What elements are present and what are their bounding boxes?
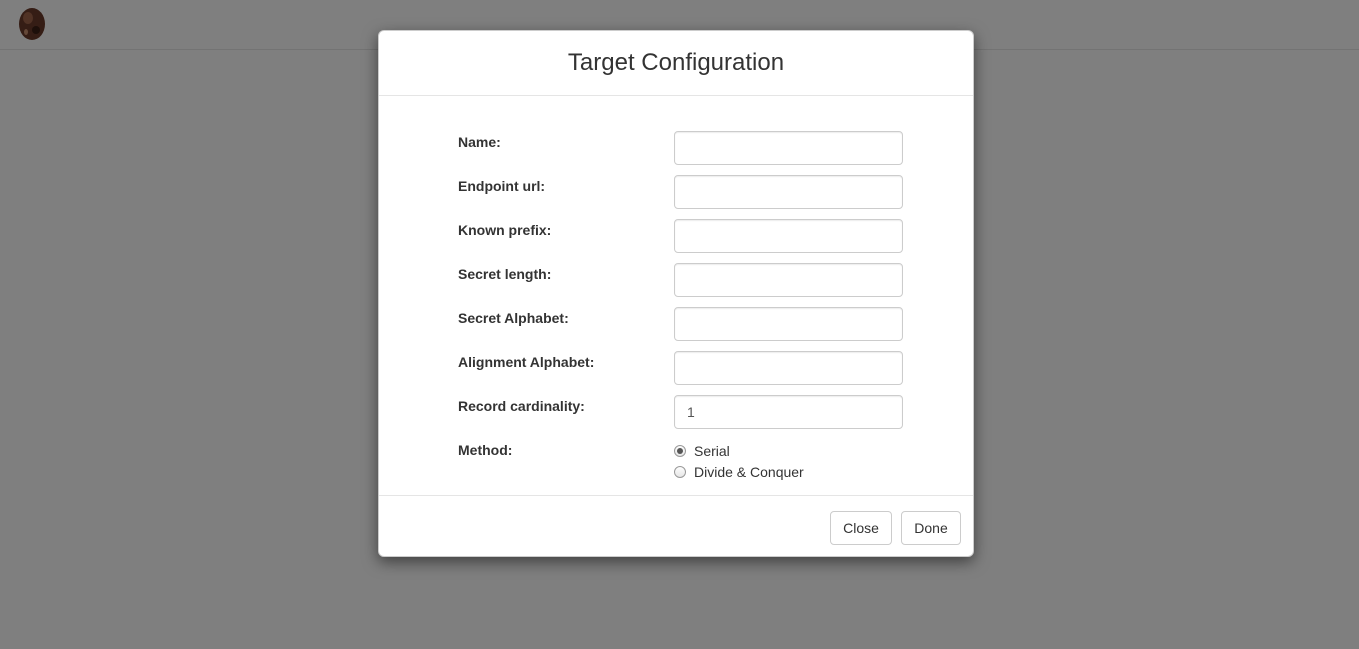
- modal-footer: Close Done: [379, 495, 973, 558]
- secret-alphabet-label: Secret Alphabet:: [458, 310, 569, 326]
- divide-conquer-radio-label: Divide & Conquer: [694, 464, 804, 480]
- known-prefix-row: Known prefix:: [458, 219, 904, 253]
- serial-radio-label: Serial: [694, 443, 730, 459]
- endpoint-url-input[interactable]: [674, 175, 903, 209]
- divide-conquer-radio[interactable]: [674, 466, 686, 478]
- name-label: Name:: [458, 134, 501, 150]
- alignment-alphabet-label: Alignment Alphabet:: [458, 354, 595, 370]
- known-prefix-label: Known prefix:: [458, 222, 552, 238]
- secret-length-label: Secret length:: [458, 266, 552, 282]
- secret-alphabet-row: Secret Alphabet:: [458, 307, 904, 341]
- record-cardinality-label: Record cardinality:: [458, 398, 585, 414]
- known-prefix-input[interactable]: [674, 219, 903, 253]
- alignment-alphabet-input[interactable]: [674, 351, 903, 385]
- method-row: Method: Serial Divide & Conquer: [458, 441, 904, 485]
- name-row: Name:: [458, 131, 904, 165]
- secret-length-row: Secret length:: [458, 263, 904, 297]
- method-label: Method:: [458, 442, 513, 458]
- serial-radio[interactable]: [674, 445, 686, 457]
- record-cardinality-row: Record cardinality:: [458, 395, 904, 429]
- modal-body: Name: Endpoint url: Known prefix: Secret…: [379, 96, 973, 495]
- done-button[interactable]: Done: [901, 511, 961, 545]
- secret-length-input[interactable]: [674, 263, 903, 297]
- record-cardinality-input[interactable]: [674, 395, 903, 429]
- endpoint-url-row: Endpoint url:: [458, 175, 904, 209]
- modal-title: Target Configuration: [567, 49, 785, 76]
- target-configuration-dialog: Target Configuration Name: Endpoint url:…: [378, 30, 974, 557]
- modal-header: Target Configuration: [379, 31, 973, 96]
- endpoint-url-label: Endpoint url:: [458, 178, 546, 194]
- secret-alphabet-input[interactable]: [674, 307, 903, 341]
- alignment-alphabet-row: Alignment Alphabet:: [458, 351, 904, 385]
- name-input[interactable]: [674, 131, 903, 165]
- close-button[interactable]: Close: [830, 511, 892, 545]
